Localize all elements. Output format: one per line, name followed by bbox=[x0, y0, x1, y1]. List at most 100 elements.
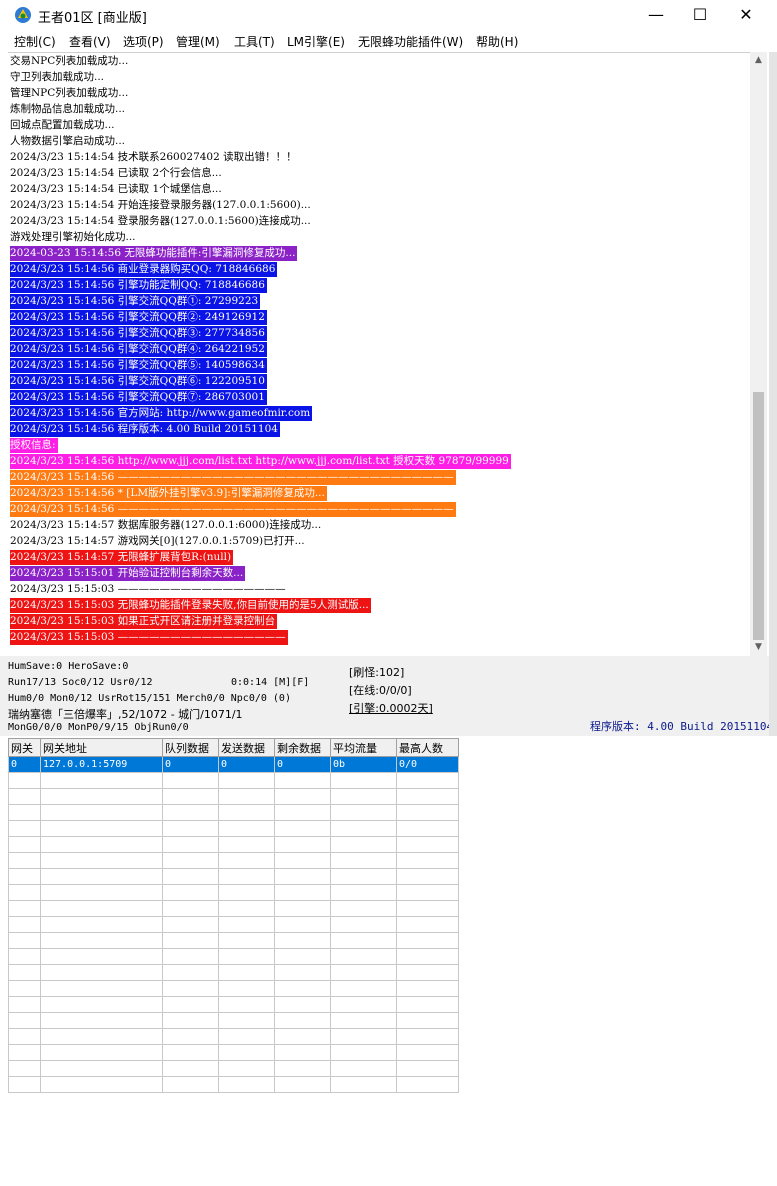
menu-control[interactable]: 控制(C) bbox=[14, 33, 56, 50]
table-cell bbox=[396, 1044, 459, 1061]
column-header[interactable]: 发送数据 bbox=[218, 738, 275, 757]
table-row[interactable] bbox=[8, 1012, 459, 1029]
table-row[interactable] bbox=[8, 996, 459, 1013]
table-cell bbox=[274, 1060, 331, 1077]
table-cell bbox=[8, 788, 41, 805]
table-cell bbox=[162, 964, 219, 981]
menu-help[interactable]: 帮助(H) bbox=[476, 33, 518, 50]
log-line: 2024/3/23 15:14:54 技术联系260027402 读取出错！！！ bbox=[10, 151, 297, 163]
menu-lm-engine[interactable]: LM引擎(E) bbox=[287, 33, 345, 50]
table-cell bbox=[8, 900, 41, 917]
log-line: 2024/3/23 15:14:56 程序版本: 4.00 Build 2015… bbox=[10, 422, 280, 437]
menu-manage[interactable]: 管理(M) bbox=[176, 33, 220, 50]
log-panel[interactable]: 交易NPC列表加载成功... 守卫列表加载成功... 管理NPC列表加载成功... 炼… bbox=[8, 52, 750, 657]
table-cell bbox=[218, 1044, 275, 1061]
table-cell bbox=[218, 820, 275, 837]
log-line: 2024/3/23 15:14:56 引擎交流QQ群①: 27299223 bbox=[10, 294, 261, 309]
table-cell bbox=[330, 1012, 397, 1029]
table-row[interactable] bbox=[8, 932, 459, 949]
table-cell bbox=[40, 1044, 163, 1061]
scroll-up-icon[interactable]: ▲ bbox=[750, 52, 767, 69]
table-row[interactable] bbox=[8, 1028, 459, 1045]
column-header[interactable]: 最高人数 bbox=[396, 738, 459, 757]
log-line: 2024/3/23 15:14:56 商业登录器购买QQ: 718846686 bbox=[10, 262, 278, 277]
table-cell bbox=[8, 772, 41, 789]
table-cell bbox=[218, 996, 275, 1013]
table-row[interactable] bbox=[8, 1044, 459, 1061]
table-row[interactable] bbox=[8, 868, 459, 885]
minimize-button[interactable]: — bbox=[633, 0, 679, 30]
version-label: 程序版本: 4.00 Build 20151104 bbox=[590, 720, 774, 733]
table-row[interactable] bbox=[8, 788, 459, 805]
table-cell bbox=[274, 948, 331, 965]
table-cell bbox=[40, 1076, 163, 1093]
table-cell bbox=[162, 884, 219, 901]
menu-options[interactable]: 选项(P) bbox=[123, 33, 164, 50]
table-cell bbox=[330, 932, 397, 949]
table-cell bbox=[40, 916, 163, 933]
table-row[interactable] bbox=[8, 1076, 459, 1093]
maximize-button[interactable]: ☐ bbox=[677, 0, 723, 30]
status-mon: MonG0/0/0 MonP0/9/15 ObjRun0/0 bbox=[8, 722, 189, 733]
table-row[interactable] bbox=[8, 836, 459, 853]
column-header[interactable]: 网关 bbox=[8, 738, 41, 757]
log-line: 2024/3/23 15:14:57 无限蜂扩展背包R:(null) bbox=[10, 550, 234, 565]
table-cell bbox=[40, 980, 163, 997]
status-panel: HumSave:0 HeroSave:0 Run17/13 Soc0/12 Us… bbox=[0, 656, 773, 736]
table-cell bbox=[396, 852, 459, 869]
table-row[interactable] bbox=[8, 948, 459, 965]
status-save: HumSave:0 HeroSave:0 bbox=[8, 661, 129, 672]
table-row[interactable] bbox=[8, 820, 459, 837]
table-cell bbox=[162, 916, 219, 933]
table-cell bbox=[396, 772, 459, 789]
table-row[interactable] bbox=[8, 916, 459, 933]
table-cell bbox=[8, 852, 41, 869]
table-cell bbox=[274, 852, 331, 869]
table-cell bbox=[8, 836, 41, 853]
table-cell bbox=[8, 868, 41, 885]
table-cell bbox=[396, 900, 459, 917]
table-cell bbox=[162, 1044, 219, 1061]
table-cell bbox=[162, 852, 219, 869]
table-cell bbox=[162, 804, 219, 821]
table-cell bbox=[274, 932, 331, 949]
column-header[interactable]: 网关地址 bbox=[40, 738, 163, 757]
scroll-down-icon[interactable]: ▼ bbox=[750, 639, 767, 656]
log-line: 2024/3/23 15:15:01 开始验证控制台剩余天数... bbox=[10, 566, 246, 581]
scroll-thumb[interactable] bbox=[753, 392, 764, 640]
column-header[interactable]: 平均流量 bbox=[330, 738, 397, 757]
menu-tools[interactable]: 工具(T) bbox=[234, 33, 275, 50]
table-row[interactable]: 0 127.0.0.1:5709 0 0 0 0b 0/0 bbox=[8, 756, 459, 773]
table-cell bbox=[218, 932, 275, 949]
table-cell bbox=[396, 932, 459, 949]
table-cell bbox=[330, 980, 397, 997]
close-button[interactable]: ✕ bbox=[723, 0, 769, 30]
table-cell bbox=[274, 868, 331, 885]
table-cell bbox=[8, 1076, 41, 1093]
log-line: 交易NPC列表加载成功... bbox=[10, 55, 129, 67]
table-cell bbox=[8, 820, 41, 837]
table-row[interactable] bbox=[8, 772, 459, 789]
log-line: 2024/3/23 15:14:56 引擎交流QQ群⑥: 122209510 bbox=[10, 374, 267, 389]
table-cell bbox=[274, 836, 331, 853]
table-row[interactable] bbox=[8, 900, 459, 917]
table-row[interactable] bbox=[8, 1060, 459, 1077]
table-cell bbox=[330, 804, 397, 821]
column-header[interactable]: 队列数据 bbox=[162, 738, 219, 757]
status-engine[interactable]: [引擎:0.0002天] bbox=[349, 700, 433, 716]
table-row[interactable] bbox=[8, 964, 459, 981]
gateway-grid[interactable]: 网关 网关地址 队列数据 发送数据 剩余数据 平均流量 最高人数 0 127.0.0.1:57… bbox=[8, 738, 460, 1096]
column-header[interactable]: 剩余数据 bbox=[274, 738, 331, 757]
table-row[interactable] bbox=[8, 804, 459, 821]
log-scrollbar[interactable]: ▲ ▼ bbox=[750, 52, 767, 656]
table-row[interactable] bbox=[8, 852, 459, 869]
menu-plugin[interactable]: 无限蜂功能插件(W) bbox=[358, 33, 463, 50]
table-row[interactable] bbox=[8, 980, 459, 997]
table-cell bbox=[330, 852, 397, 869]
table-row[interactable] bbox=[8, 884, 459, 901]
menu-view[interactable]: 查看(V) bbox=[69, 33, 111, 50]
table-cell bbox=[218, 948, 275, 965]
table-cell bbox=[218, 916, 275, 933]
table-cell bbox=[330, 836, 397, 853]
table-cell bbox=[218, 1060, 275, 1077]
